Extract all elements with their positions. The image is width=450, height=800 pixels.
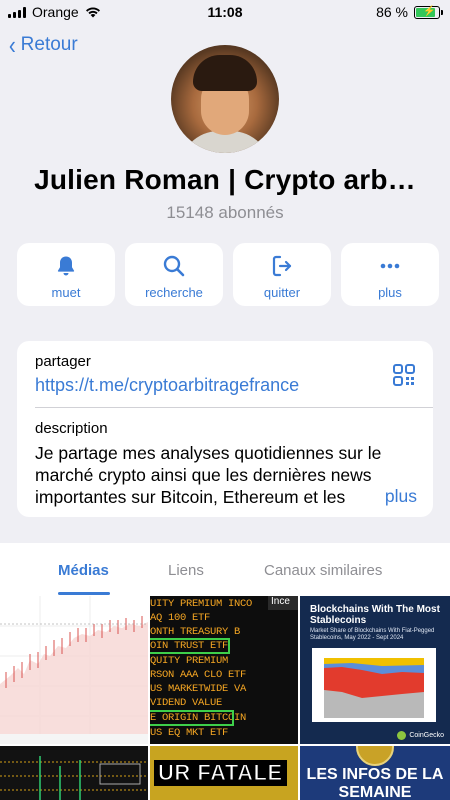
search-label: recherche: [145, 285, 203, 300]
chevron-left-icon: ‹: [8, 30, 16, 60]
description-more-link[interactable]: plus: [360, 486, 417, 507]
etf-row-highlighted: OIN TRUST ETF: [150, 638, 230, 654]
leave-button[interactable]: quitter: [233, 243, 331, 306]
coingecko-label: CoinGecko: [409, 732, 444, 739]
qr-code-icon[interactable]: [392, 363, 416, 392]
coingecko-brand: CoinGecko: [397, 731, 444, 740]
etf-row: US MARKETWIDE VA: [150, 683, 247, 695]
tab-links[interactable]: Liens: [168, 562, 204, 579]
etf-row: AQ 100 ETF: [150, 612, 211, 624]
seal-icon: [356, 746, 394, 766]
share-label: partager: [35, 353, 91, 370]
etf-row: US EQ MKT ETF: [150, 727, 229, 739]
etf-row: QUITY PREMIUM: [150, 655, 229, 667]
action-bar: muet recherche quitter plus: [17, 243, 439, 306]
subscriber-count: 15148 abonnés: [166, 203, 284, 222]
stacked-area-chart: [312, 648, 436, 722]
status-bar: Orange 11:08 86 % ⚡: [0, 0, 450, 24]
media-thumbnail-weekly-news[interactable]: LES INFOS DE LA SEMAINE: [300, 746, 450, 800]
back-button[interactable]: ‹ Retour: [8, 32, 78, 58]
search-button[interactable]: recherche: [125, 243, 223, 306]
stablecoin-title: Blockchains With The Most Stablecoins: [310, 604, 440, 626]
thumbnail-caption: LES INFOS DE LA SEMAINE: [306, 766, 444, 800]
thumbnail-caption: UR FATALE: [154, 760, 287, 786]
media-thumbnail-stablecoin-chart[interactable]: Blockchains With The Most Stablecoins Ma…: [300, 596, 450, 744]
etf-row: ONTH TREASURY B: [150, 626, 241, 638]
etf-row-highlighted: E ORIGIN BITCOIN: [150, 710, 247, 726]
tab-medias[interactable]: Médias: [58, 562, 109, 579]
share-link[interactable]: https://t.me/cryptoarbitragefrance: [35, 375, 299, 396]
divider: [35, 407, 433, 408]
more-icon: [377, 253, 403, 279]
more-label: plus: [378, 285, 402, 300]
status-right: 86 % ⚡: [376, 4, 443, 20]
bell-icon: [53, 253, 79, 279]
leave-label: quitter: [263, 285, 301, 300]
media-thumbnail-dark-chart[interactable]: [0, 746, 148, 800]
more-button[interactable]: plus: [341, 243, 439, 306]
info-card: partager https://t.me/cryptoarbitragefra…: [17, 341, 433, 517]
mute-label: muet: [51, 285, 81, 300]
search-icon: [161, 253, 187, 279]
mute-button[interactable]: muet: [17, 243, 115, 306]
etf-header: Ince: [268, 596, 298, 610]
channel-name: Julien Roman | Crypto arb…: [34, 164, 416, 195]
etf-row: UITY PREMIUM INCO: [150, 598, 253, 610]
media-thumbnail-price-chart[interactable]: [0, 596, 148, 744]
tab-similar-channels[interactable]: Canaux similaires: [264, 562, 382, 579]
avatar[interactable]: [171, 45, 279, 153]
stablecoin-subtitle: Market Share of Blockchains With Fiat-Pe…: [310, 628, 435, 641]
description-label: description: [35, 420, 108, 437]
etf-row: VIDEND VALUE: [150, 697, 223, 709]
active-tab-indicator: [58, 592, 110, 595]
etf-row: RSON AAA CLO ETF: [150, 669, 247, 681]
leave-icon: [269, 253, 295, 279]
battery-percent: 86 %: [376, 4, 408, 20]
back-label: Retour: [20, 34, 78, 55]
battery-icon: ⚡: [414, 5, 443, 19]
media-thumbnail-fatale[interactable]: UR FATALE: [150, 746, 298, 800]
media-thumbnail-etf-list[interactable]: Ince UITY PREMIUM INCO AQ 100 ETF ONTH T…: [150, 596, 298, 744]
